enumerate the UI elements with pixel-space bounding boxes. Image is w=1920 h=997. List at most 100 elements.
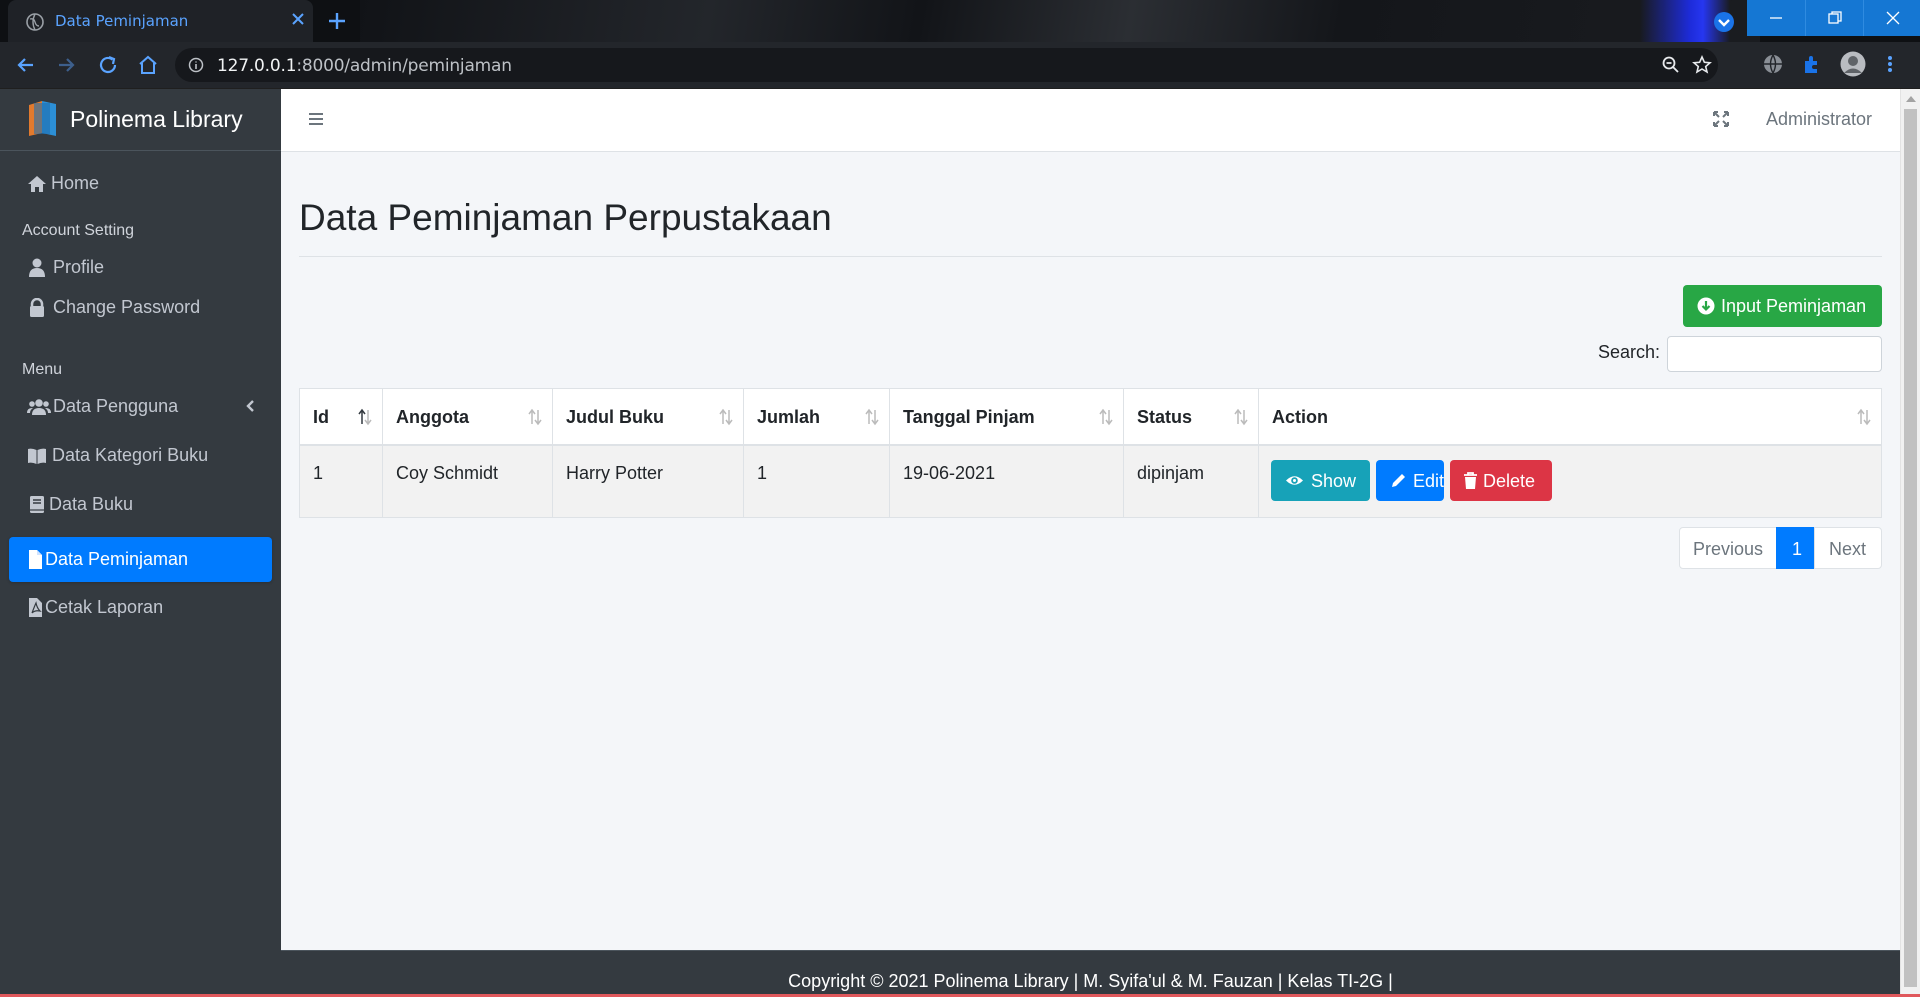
search-label: Search: [1598,342,1661,362]
cell-text: 19-06-2021 [903,463,996,483]
zoom-icon[interactable] [1661,55,1681,75]
window-close-button[interactable] [1863,0,1920,36]
pagination-previous[interactable]: Previous [1679,527,1777,569]
pagination-next[interactable]: Next [1814,527,1882,569]
column-header-action[interactable]: Action [1259,389,1881,444]
sidebar-item-data-kategori[interactable]: Data Kategori Buku [9,433,272,478]
browser-menu-icon[interactable] [1885,53,1895,75]
scrollbar-thumb[interactable] [1904,109,1917,987]
new-tab-icon[interactable] [325,9,349,33]
column-header-anggota[interactable]: Anggota [383,389,553,444]
input-peminjaman-button[interactable]: Input Peminjaman [1683,285,1882,327]
reload-icon[interactable] [96,53,120,77]
sidebar-item-label: Data Buku [49,494,134,514]
column-label: Jumlah [757,407,821,427]
restore-icon [1828,11,1842,24]
sidebar-item-label: Data Peminjaman [45,549,189,569]
sidebar-item-data-buku[interactable]: Data Buku [9,482,272,527]
sort-icon [719,408,733,426]
bookmark-star-icon[interactable] [1692,55,1712,75]
column-header-status[interactable]: Status [1124,389,1259,444]
sidebar-item-profile[interactable]: Profile [9,245,272,290]
sidebar-item-cetak-laporan[interactable]: Cetak Laporan [9,585,272,630]
minimize-icon [1770,17,1782,19]
table-header: Id Anggota Judul Buku Jumlah Tanggal Pin… [300,389,1881,446]
cell-text: Harry Potter [566,463,664,483]
close-tab-icon[interactable] [288,9,308,29]
cell-anggota: Coy Schmidt [383,446,553,517]
button-label: Edit [1413,471,1445,491]
cell-text: dipinjam [1137,463,1205,483]
back-arrow-icon[interactable] [14,53,38,77]
scroll-up-arrow-icon[interactable] [1906,94,1916,102]
cell-jumlah: 1 [744,446,890,517]
column-label: Id [313,407,329,427]
cell-text: Coy Schmidt [396,463,499,483]
sidebar-item-label: Change Password [53,297,201,317]
browser-download-icon[interactable] [1713,11,1735,33]
page-title: Data Peminjaman Perpustakaan [299,197,832,238]
brand-link[interactable]: Polinema Library [0,89,281,151]
content-wrapper: Administrator Data Peminjaman Perpustaka… [281,89,1900,997]
cell-tanggal-pinjam: 19-06-2021 [890,446,1124,517]
browser-tab-active[interactable]: Data Peminjaman [8,0,313,42]
forward-arrow-icon[interactable] [54,53,78,77]
site-info-icon[interactable] [188,57,204,73]
extensions-puzzle-icon[interactable] [1801,53,1823,75]
sidebar-item-label: Data Kategori Buku [52,445,209,465]
column-header-jumlah[interactable]: Jumlah [744,389,890,444]
pagination-page-1[interactable]: 1 [1776,527,1815,569]
sidebar-item-label: Profile [53,257,105,277]
show-button[interactable]: Show [1271,460,1370,501]
column-label: Action [1272,407,1328,427]
arrow-circle-down-icon [1697,297,1715,315]
sort-icon [1099,408,1113,426]
title-divider [299,256,1882,257]
book-icon [30,496,44,513]
tab-title: Data Peminjaman [55,12,189,30]
column-header-id[interactable]: Id [300,389,383,444]
lock-icon [30,298,44,317]
search-input[interactable] [1667,336,1882,372]
hamburger-menu-icon[interactable] [306,109,326,129]
footer-text: Copyright © 2021 Polinema Library | M. S… [788,971,1393,991]
delete-button[interactable]: Delete [1450,460,1552,501]
sidebar-header-menu: Menu [22,361,63,378]
fullscreen-icon[interactable] [1712,110,1730,128]
sidebar-item-home[interactable]: Home [9,161,272,206]
url-host: 127.0.0.1 [217,56,297,76]
browser-tab-strip: Data Peminjaman [0,0,1920,42]
user-avatar-icon[interactable] [1840,51,1866,77]
chevron-left-icon [246,400,254,412]
column-header-judul-buku[interactable]: Judul Buku [553,389,744,444]
url-path: :8000/admin/peminjaman [296,56,512,76]
close-icon [1886,11,1900,25]
page-scrollbar[interactable] [1900,89,1920,997]
sidebar-item-data-pengguna[interactable]: Data Pengguna [9,384,272,429]
sidebar-item-data-peminjaman[interactable]: Data Peminjaman [9,537,272,582]
sidebar-header-account-setting: Account Setting [22,222,135,239]
globe-icon [26,13,44,31]
cell-action: Show Edit Delete [1259,446,1881,517]
url-text: 127.0.0.1:8000/admin/peminjaman [217,56,512,76]
home-icon [28,176,46,192]
address-bar[interactable]: 127.0.0.1:8000/admin/peminjaman [175,48,1718,82]
peminjaman-table: Id Anggota Judul Buku Jumlah Tanggal Pin… [299,388,1882,518]
cell-text: 1 [313,463,324,483]
vpn-globe-icon[interactable] [1762,53,1784,75]
window-restore-button[interactable] [1805,0,1863,36]
brand-text: Polinema Library [70,106,243,132]
window-minimize-button[interactable] [1747,0,1805,36]
cell-status: dipinjam [1124,446,1259,517]
column-label: Anggota [396,407,469,427]
sidebar-item-change-password[interactable]: Change Password [9,285,272,330]
top-navbar: Administrator [281,89,1900,152]
home-icon[interactable] [136,53,160,77]
sidebar-item-label: Cetak Laporan [45,597,164,617]
sidebar-item-label: Data Pengguna [53,396,179,416]
button-label: Delete [1483,471,1536,491]
user-menu-link[interactable]: Administrator [1766,109,1872,130]
sort-icon [1234,408,1248,426]
column-header-tanggal-pinjam[interactable]: Tanggal Pinjam [890,389,1124,444]
edit-button[interactable]: Edit [1376,460,1444,501]
